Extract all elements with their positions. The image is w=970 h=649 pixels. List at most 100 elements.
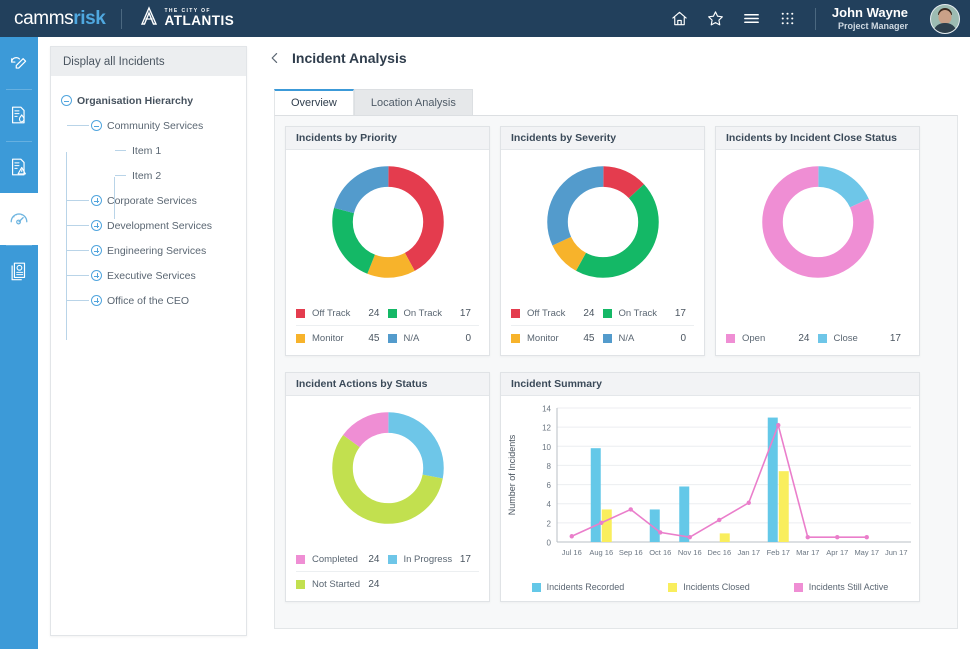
tree-toggle-icon[interactable] (91, 295, 102, 306)
slice-completed[interactable] (331, 412, 444, 524)
x-axis-tick-label: Jan 17 (737, 548, 760, 557)
tree-item-community-services[interactable]: Community Services (51, 113, 246, 138)
donut-svg (331, 166, 444, 278)
legend-item[interactable]: In Progress 17 (387, 548, 479, 572)
slice-open[interactable] (761, 166, 874, 278)
legend-item[interactable]: Incidents Closed (668, 582, 750, 592)
legend-item[interactable]: Not Started 24 (296, 572, 388, 596)
line-point[interactable] (805, 535, 810, 540)
header-divider (814, 7, 816, 30)
home-icon[interactable] (669, 8, 691, 30)
tree-item-item-1[interactable]: Item 1 (51, 138, 246, 163)
legend-close-status: Open 24 Close 17 (726, 326, 909, 350)
legend-value: 24 (368, 308, 380, 319)
tab-overview[interactable]: Overview (274, 89, 354, 115)
line-point[interactable] (599, 520, 604, 526)
y-axis-tick-label: 8 (547, 462, 552, 471)
y-axis-tick-label: 2 (547, 519, 552, 528)
bar[interactable] (719, 533, 730, 542)
incidents-tree-panel: Display all Incidents Organisation Hiera… (50, 46, 247, 636)
tree-connector (67, 275, 89, 276)
legend-swatch-on-track (602, 309, 612, 318)
brand-logo[interactable]: cammsrisk THE CITY OF ATLANTIS (0, 5, 234, 32)
legend-item[interactable]: Completed 24 (296, 548, 388, 572)
legend-item[interactable]: N/A 0 (602, 326, 695, 350)
legend-item[interactable]: N/A 0 (387, 326, 480, 350)
tree-toggle-icon[interactable] (91, 120, 102, 131)
x-axis-tick-label: Jul 16 (562, 548, 582, 557)
legend-item[interactable]: On Track 17 (602, 302, 694, 326)
bar[interactable] (590, 448, 601, 542)
sidebar-item-dashboard[interactable] (0, 193, 38, 245)
legend-incident-summary: Incidents Recorded Incidents Closed Inci… (501, 582, 919, 592)
tree-item-executive-services[interactable]: Executive Services (51, 263, 246, 288)
bar[interactable] (679, 486, 690, 542)
legend-item[interactable]: Monitor 45 (511, 326, 603, 350)
tree-item-engineering-services[interactable]: Engineering Services (51, 238, 246, 263)
legend-label: Not Started (312, 578, 361, 590)
card-title: Incidents by Severity (501, 127, 704, 150)
chevron-left-icon[interactable] (266, 49, 284, 67)
legend-item[interactable]: Incidents Still Active (793, 582, 888, 592)
line-point[interactable] (569, 534, 574, 539)
bar[interactable] (778, 471, 789, 542)
tree-item-item-2[interactable]: Item 2 (51, 163, 246, 188)
legend-item[interactable]: On Track 17 (387, 302, 479, 326)
tree-item-label: Corporate Services (107, 194, 197, 207)
user-name: John Wayne (831, 4, 908, 20)
legend-swatch-off-track (296, 309, 305, 318)
city-main-label: ATLANTIS (164, 13, 235, 29)
legend-swatch-off-track (511, 309, 520, 318)
legend-item[interactable]: Open 24 (726, 326, 818, 350)
tree-item-development-services[interactable]: Development Services (51, 213, 246, 238)
line-point[interactable] (776, 423, 781, 428)
line-point[interactable] (628, 507, 633, 512)
sidebar-item-document-hand[interactable] (0, 89, 38, 141)
grid-apps-icon[interactable] (777, 8, 799, 30)
slice-na[interactable] (546, 166, 659, 278)
tree-toggle-icon[interactable] (61, 95, 72, 106)
legend-item[interactable]: Incidents Recorded (531, 582, 624, 592)
line-point[interactable] (658, 530, 663, 535)
tree-toggle-icon[interactable] (91, 195, 102, 206)
line-point[interactable] (835, 535, 840, 540)
slice-na[interactable] (331, 166, 444, 278)
tree-item-corporate-services[interactable]: Corporate Services (51, 188, 246, 213)
tree-item-organisation-hierarchy[interactable]: Organisation Hierarchy (51, 88, 246, 113)
legend-item[interactable]: Off Track 24 (296, 302, 388, 326)
sidebar-item-refresh-edit[interactable] (0, 37, 38, 89)
tree-toggle-icon[interactable] (91, 245, 102, 256)
card-title: Incidents by Incident Close Status (716, 127, 919, 150)
legend-item[interactable]: Monitor 45 (296, 326, 388, 350)
avatar[interactable] (930, 3, 960, 34)
legend-label: On Track (618, 308, 658, 319)
legend-swatch-incidents-still-active (793, 582, 803, 592)
tree-item-office-of-the-ceo[interactable]: Office of the CEO (51, 288, 246, 313)
line-point[interactable] (687, 535, 692, 540)
star-icon[interactable] (705, 8, 727, 30)
line-point[interactable] (864, 535, 869, 540)
tree-toggle-icon[interactable] (91, 220, 102, 231)
bar[interactable] (601, 509, 612, 542)
sidebar-item-document-warning[interactable] (0, 141, 38, 193)
refresh-edit-icon (8, 52, 30, 74)
legend-label: On Track (403, 308, 443, 319)
sidebar-item-reports[interactable] (0, 245, 38, 297)
incident-summary-chart[interactable]: 0 2 4 6 8 10 12 14 Number of Incidents Jul 16 Aug … (501, 396, 921, 572)
legend-swatch-in-progress (387, 555, 397, 564)
avatar-face (938, 9, 952, 24)
legend-label: Off Track (312, 308, 351, 319)
bar[interactable] (767, 417, 778, 542)
legend-item[interactable]: Off Track 24 (511, 302, 603, 326)
tree-toggle-icon[interactable] (91, 270, 102, 281)
tab-location-analysis[interactable]: Location Analysis (353, 89, 473, 115)
hamburger-icon[interactable] (741, 8, 763, 30)
line-point[interactable] (746, 500, 751, 505)
x-axis-tick-label: Jun 17 (885, 548, 908, 557)
tree-item-label: Office of the CEO (107, 294, 190, 307)
legend-swatch-open (726, 333, 735, 343)
legend-item[interactable]: Close 17 (817, 326, 910, 350)
user-info[interactable]: John Wayne Project Manager (831, 4, 908, 31)
legend-value: 24 (583, 308, 595, 319)
line-point[interactable] (717, 517, 722, 523)
